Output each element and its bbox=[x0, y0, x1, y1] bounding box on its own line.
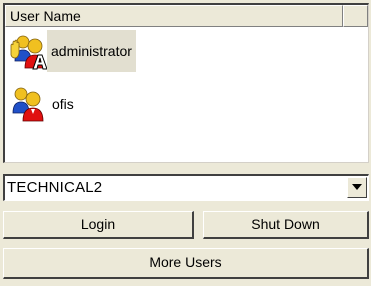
user-icon bbox=[12, 87, 44, 122]
admin-user-icon bbox=[10, 35, 48, 70]
user-label: administrator bbox=[47, 30, 136, 72]
shut-down-button[interactable]: Shut Down bbox=[203, 211, 369, 239]
more-users-button[interactable]: More Users bbox=[3, 248, 369, 279]
user-list[interactable]: User Name administrator ofis bbox=[3, 3, 369, 163]
login-button[interactable]: Login bbox=[3, 211, 194, 239]
user-name-column-header[interactable]: User Name bbox=[5, 5, 343, 27]
user-item-administrator[interactable]: administrator bbox=[9, 30, 136, 72]
list-header: User Name bbox=[5, 5, 368, 27]
dropdown-button[interactable] bbox=[347, 177, 367, 198]
user-item-ofis[interactable]: ofis bbox=[9, 83, 77, 125]
domain-select[interactable]: TECHNICAL2 bbox=[3, 174, 369, 201]
chevron-down-icon bbox=[352, 184, 362, 190]
empty-column-header[interactable] bbox=[343, 5, 368, 27]
user-label: ofis bbox=[52, 96, 74, 112]
domain-select-value: TECHNICAL2 bbox=[7, 179, 103, 196]
